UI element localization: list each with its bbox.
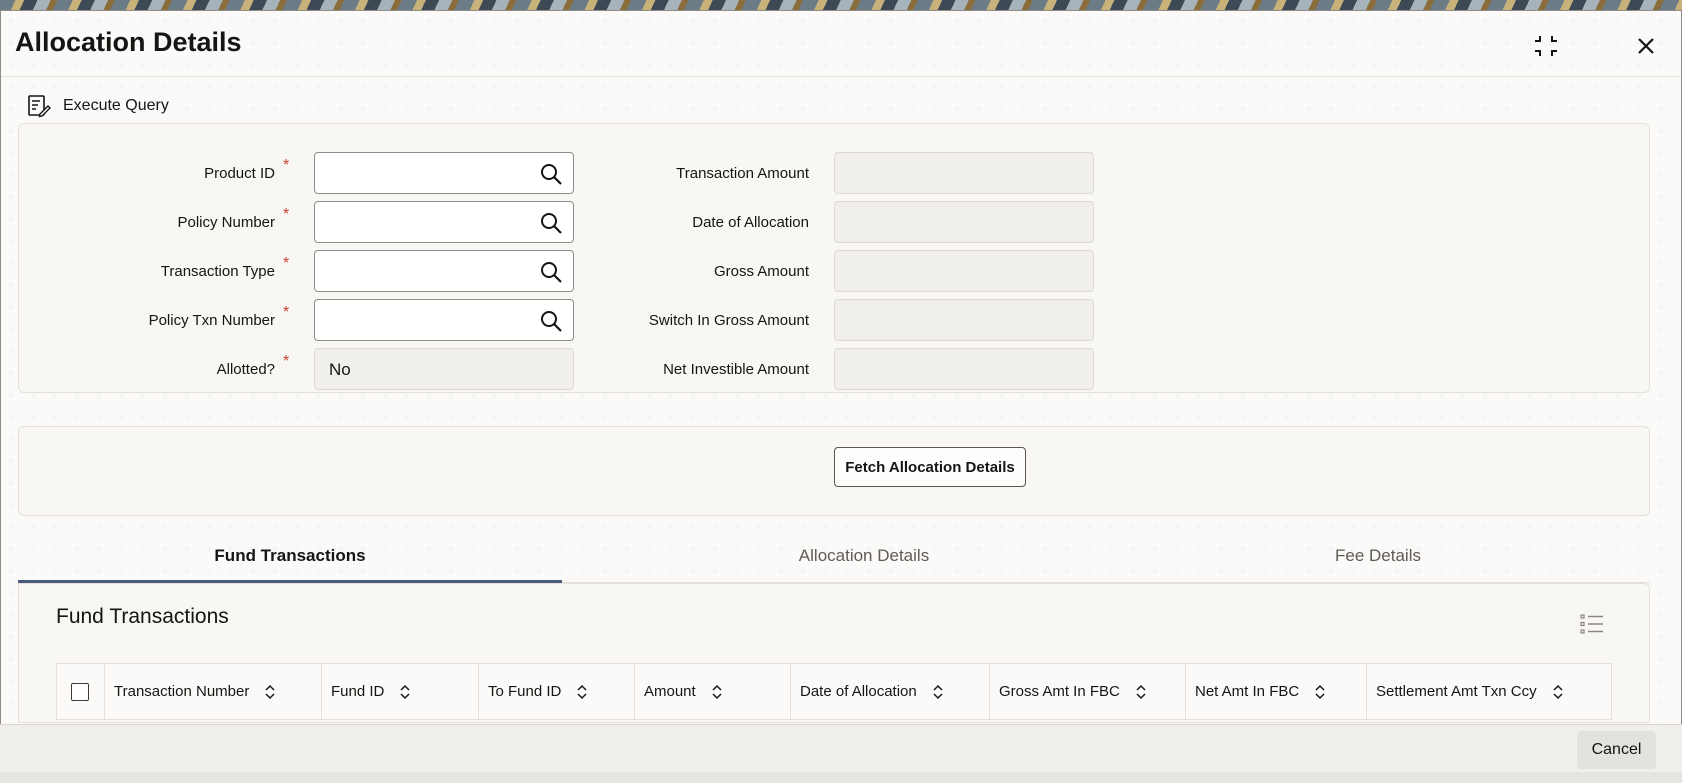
- tab-fee-details[interactable]: Fee Details: [1106, 532, 1650, 583]
- required-marker: *: [283, 157, 290, 174]
- title-bar: Allocation Details: [1, 11, 1681, 77]
- net-investible-amount-label-row: Net Investible Amount: [590, 348, 809, 390]
- policy-number-input[interactable]: [315, 202, 573, 242]
- transaction-type-label-row: Transaction Type: [100, 250, 275, 292]
- gross-amount-field: [834, 250, 1094, 292]
- page-title: Allocation Details: [15, 27, 242, 57]
- sort-icon: [400, 684, 410, 699]
- tab-allocation-details[interactable]: Allocation Details: [592, 532, 1136, 583]
- column-header-label: To Fund ID: [488, 683, 562, 700]
- transaction-type-label: Transaction Type: [160, 262, 275, 280]
- column-header-net-amt-in-fbc[interactable]: Net Amt In FBC: [1186, 664, 1367, 719]
- sort-icon: [1315, 684, 1325, 699]
- column-header-label: Date of Allocation: [800, 683, 917, 700]
- sort-icon: [933, 684, 943, 699]
- policy-txn-number-field[interactable]: [314, 299, 574, 341]
- column-header-to-fund-id[interactable]: To Fund ID: [479, 664, 635, 719]
- gross-amount-label-row: Gross Amount: [590, 250, 809, 292]
- transaction-type-field[interactable]: [314, 250, 574, 292]
- execute-query-label: Execute Query: [63, 97, 169, 114]
- close-icon: [1638, 38, 1654, 54]
- net-investible-amount-label: Net Investible Amount: [663, 360, 809, 378]
- column-header-label: Gross Amt In FBC: [999, 683, 1120, 700]
- execute-query-icon: [28, 95, 51, 118]
- date-of-allocation-label-row: Date of Allocation: [590, 201, 809, 243]
- policy-txn-number-label-row: Policy Txn Number: [100, 299, 275, 341]
- transaction-type-input[interactable]: [315, 251, 573, 291]
- column-header-fund-id[interactable]: Fund ID: [322, 664, 479, 719]
- tab-fund-transactions[interactable]: Fund Transactions: [18, 532, 562, 583]
- column-header-label: Settlement Amt Txn Ccy: [1376, 683, 1537, 700]
- policy-number-label: Policy Number: [177, 213, 275, 231]
- date-of-allocation-field: [834, 201, 1094, 243]
- allotted-field: No: [314, 348, 574, 390]
- select-all-checkbox[interactable]: [71, 682, 89, 701]
- product-id-label: Product ID: [204, 164, 275, 182]
- column-header-label: Transaction Number: [114, 683, 250, 700]
- policy-txn-number-label: Policy Txn Number: [148, 311, 275, 329]
- required-marker: *: [283, 255, 290, 272]
- table-header: Transaction Number Fund ID To Fund ID Am…: [56, 663, 1612, 720]
- column-header-gross-amt-in-fbc[interactable]: Gross Amt In FBC: [990, 664, 1186, 719]
- product-id-field[interactable]: [314, 152, 574, 194]
- switch-in-gross-amount-field: [834, 299, 1094, 341]
- switch-in-gross-amount-label-row: Switch In Gross Amount: [590, 299, 809, 341]
- sort-icon: [265, 684, 275, 699]
- policy-txn-number-input[interactable]: [315, 300, 573, 340]
- column-header-label: Amount: [644, 683, 696, 700]
- grid-title: Fund Transactions: [56, 605, 229, 628]
- allotted-label: Allotted?: [216, 360, 275, 378]
- switch-in-gross-amount-label: Switch In Gross Amount: [648, 311, 809, 329]
- tab-bar: Fund Transactions Allocation Details Fee…: [18, 532, 1650, 583]
- column-header-amount[interactable]: Amount: [635, 664, 791, 719]
- fetch-allocation-details-button[interactable]: Fetch Allocation Details: [834, 447, 1026, 487]
- sort-icon: [577, 684, 587, 699]
- select-all-cell: [57, 664, 105, 719]
- policy-number-field[interactable]: [314, 201, 574, 243]
- footer-bar: Cancel: [0, 724, 1682, 783]
- column-header-date-of-allocation[interactable]: Date of Allocation: [791, 664, 990, 719]
- transaction-amount-label: Transaction Amount: [676, 164, 809, 182]
- sort-icon: [1553, 684, 1563, 699]
- required-marker: *: [283, 304, 290, 321]
- maximize-button[interactable]: [1531, 31, 1561, 61]
- required-marker: *: [283, 353, 290, 370]
- date-of-allocation-label: Date of Allocation: [692, 213, 809, 231]
- search-icon[interactable]: [539, 309, 563, 333]
- search-icon[interactable]: [539, 211, 563, 235]
- required-marker: *: [283, 206, 290, 223]
- policy-number-label-row: Policy Number: [100, 201, 275, 243]
- column-header-label: Net Amt In FBC: [1195, 683, 1300, 700]
- execute-query-button[interactable]: Execute Query: [27, 91, 169, 121]
- column-header-settlement-amt-txn-ccy[interactable]: Settlement Amt Txn Ccy: [1367, 664, 1611, 719]
- column-header-label: Fund ID: [331, 683, 385, 700]
- top-decorative-strip: [0, 0, 1682, 10]
- transaction-amount-field: [834, 152, 1094, 194]
- allotted-label-row: Allotted?: [100, 348, 275, 390]
- allotted-value: No: [329, 360, 351, 379]
- net-investible-amount-field: [834, 348, 1094, 390]
- column-header-transaction-number[interactable]: Transaction Number: [105, 664, 322, 719]
- transaction-amount-label-row: Transaction Amount: [590, 152, 809, 194]
- search-icon[interactable]: [539, 162, 563, 186]
- list-settings-icon[interactable]: [1580, 613, 1604, 635]
- cancel-button[interactable]: Cancel: [1577, 731, 1656, 769]
- product-id-label-row: Product ID: [100, 152, 275, 194]
- sort-icon: [1136, 684, 1146, 699]
- maximize-icon: [1535, 36, 1557, 56]
- product-id-input[interactable]: [315, 153, 573, 193]
- sort-icon: [712, 684, 722, 699]
- gross-amount-label: Gross Amount: [713, 262, 809, 280]
- search-icon[interactable]: [539, 260, 563, 284]
- close-button[interactable]: [1631, 31, 1661, 61]
- footer-band: [0, 772, 1682, 783]
